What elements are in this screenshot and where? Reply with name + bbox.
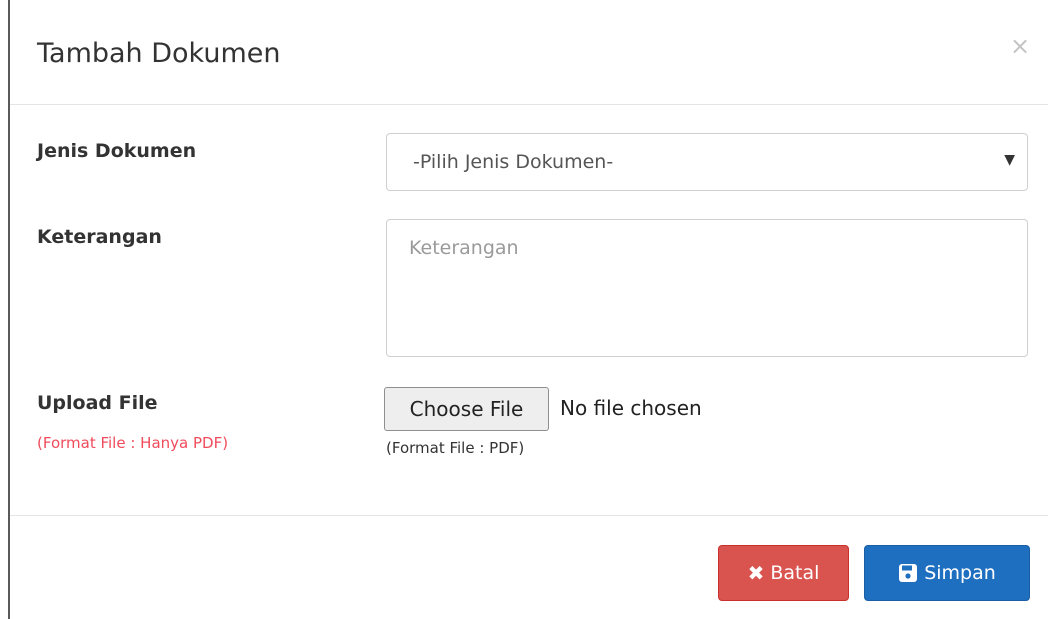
x-icon: ✖ xyxy=(747,561,765,585)
jenis-dokumen-label: Jenis Dokumen xyxy=(37,140,197,162)
tambah-dokumen-modal: Tambah Dokumen × Jenis Dokumen -Pilih Je… xyxy=(10,0,1048,619)
cancel-button-label: Batal xyxy=(770,562,820,584)
keterangan-placeholder: Keterangan xyxy=(409,237,519,259)
close-icon[interactable]: × xyxy=(1010,32,1030,60)
caret-down-icon: ▼ xyxy=(1004,152,1015,168)
upload-format-note: (Format File : Hanya PDF) xyxy=(37,434,229,452)
jenis-dokumen-selected-value: -Pilih Jenis Dokumen- xyxy=(413,151,614,173)
save-button[interactable]: Simpan xyxy=(864,545,1030,601)
choose-file-button[interactable]: Choose File xyxy=(384,387,549,431)
cancel-button[interactable]: ✖ Batal xyxy=(718,545,849,601)
modal-header: Tambah Dokumen × xyxy=(10,0,1048,105)
upload-file-label: Upload File xyxy=(37,392,158,414)
keterangan-label: Keterangan xyxy=(37,226,162,248)
footer-divider xyxy=(10,515,1048,516)
format-hint: (Format File : PDF) xyxy=(386,439,525,457)
file-status-text: No file chosen xyxy=(560,396,702,420)
keterangan-textarea[interactable]: Keterangan xyxy=(386,219,1028,357)
jenis-dokumen-select[interactable]: -Pilih Jenis Dokumen- ▼ xyxy=(386,133,1028,191)
modal-title: Tambah Dokumen xyxy=(37,38,281,69)
save-icon xyxy=(898,563,918,583)
save-button-label: Simpan xyxy=(924,562,996,584)
